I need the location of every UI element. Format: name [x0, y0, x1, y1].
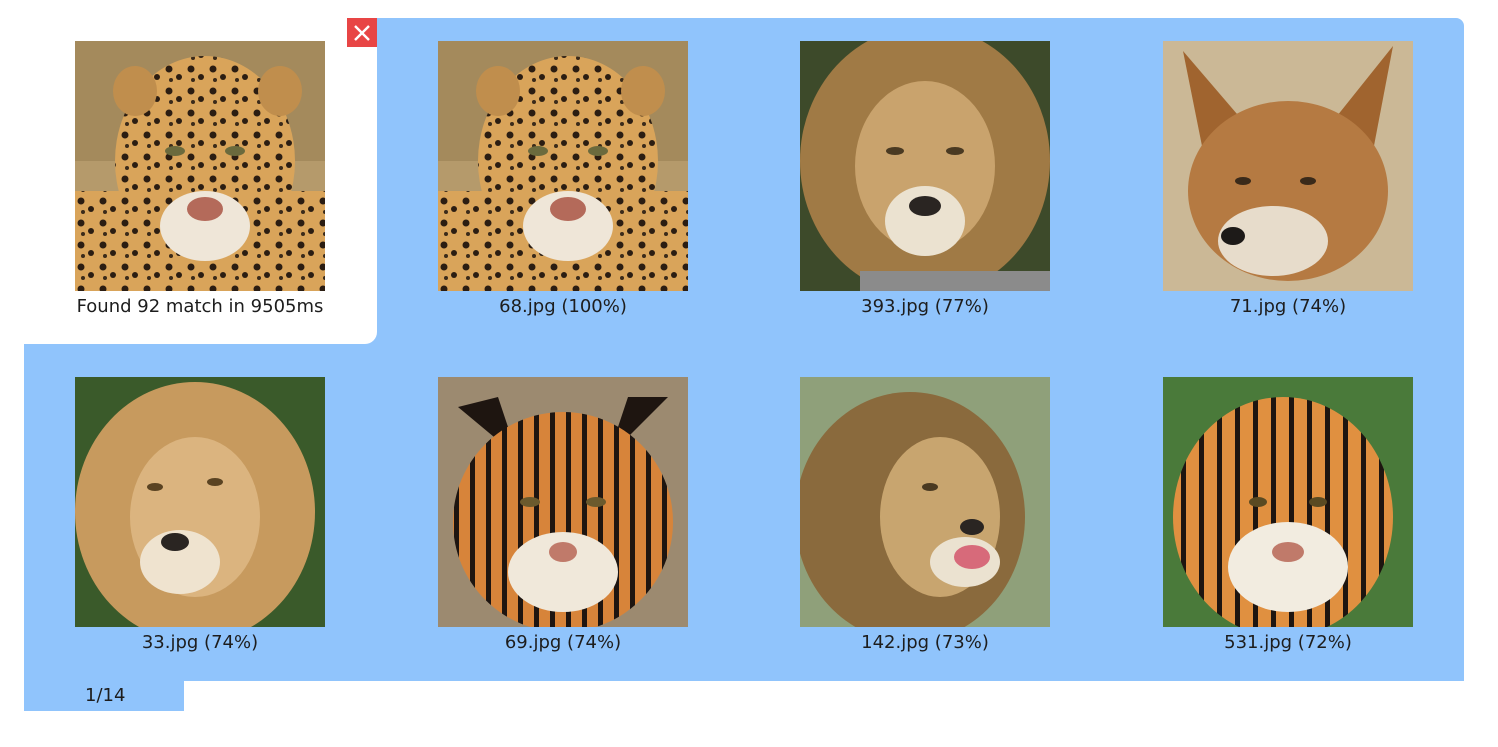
- result-caption: 393.jpg (77%): [861, 296, 989, 317]
- jaguar-image: [438, 41, 688, 291]
- query-image: [75, 41, 325, 291]
- result-tile[interactable]: 68.jpg (100%): [438, 41, 688, 318]
- result-image[interactable]: [1163, 41, 1413, 291]
- query-tile: Found 92 match in 9505ms: [75, 41, 325, 318]
- result-caption: 69.jpg (74%): [504, 632, 622, 653]
- result-tile[interactable]: 142.jpg (73%): [800, 377, 1050, 654]
- tiger-image: [438, 377, 688, 627]
- result-image[interactable]: [75, 377, 325, 627]
- result-tile[interactable]: 33.jpg (74%): [75, 377, 325, 654]
- result-tile[interactable]: 69.jpg (74%): [438, 377, 688, 654]
- tiger-image: [1163, 377, 1413, 627]
- lion-image: [75, 377, 325, 627]
- jaguar-image: [75, 41, 325, 291]
- fox-image: [1163, 41, 1413, 291]
- search-status: Found 92 match in 9505ms: [76, 296, 324, 317]
- lion-image: [800, 377, 1050, 627]
- close-button[interactable]: [347, 18, 377, 47]
- result-tile[interactable]: 393.jpg (77%): [800, 41, 1050, 318]
- result-caption: 531.jpg (72%): [1224, 632, 1352, 653]
- result-image[interactable]: [800, 377, 1050, 627]
- result-caption: 142.jpg (73%): [861, 632, 989, 653]
- image-search-results: Found 92 match in 9505ms 68.jpg (100%) 3…: [0, 0, 1498, 747]
- result-image[interactable]: [438, 41, 688, 291]
- pagination[interactable]: 1/14: [24, 681, 184, 711]
- close-icon: [354, 24, 370, 41]
- result-image[interactable]: [1163, 377, 1413, 627]
- result-tile[interactable]: 71.jpg (74%): [1163, 41, 1413, 318]
- page-indicator: 1/14: [85, 685, 126, 706]
- result-caption: 33.jpg (74%): [141, 632, 259, 653]
- result-image[interactable]: [438, 377, 688, 627]
- result-caption: 71.jpg (74%): [1229, 296, 1347, 317]
- result-caption: 68.jpg (100%): [499, 296, 627, 317]
- result-image[interactable]: [800, 41, 1050, 291]
- lion-image: [800, 41, 1050, 291]
- result-tile[interactable]: 531.jpg (72%): [1163, 377, 1413, 654]
